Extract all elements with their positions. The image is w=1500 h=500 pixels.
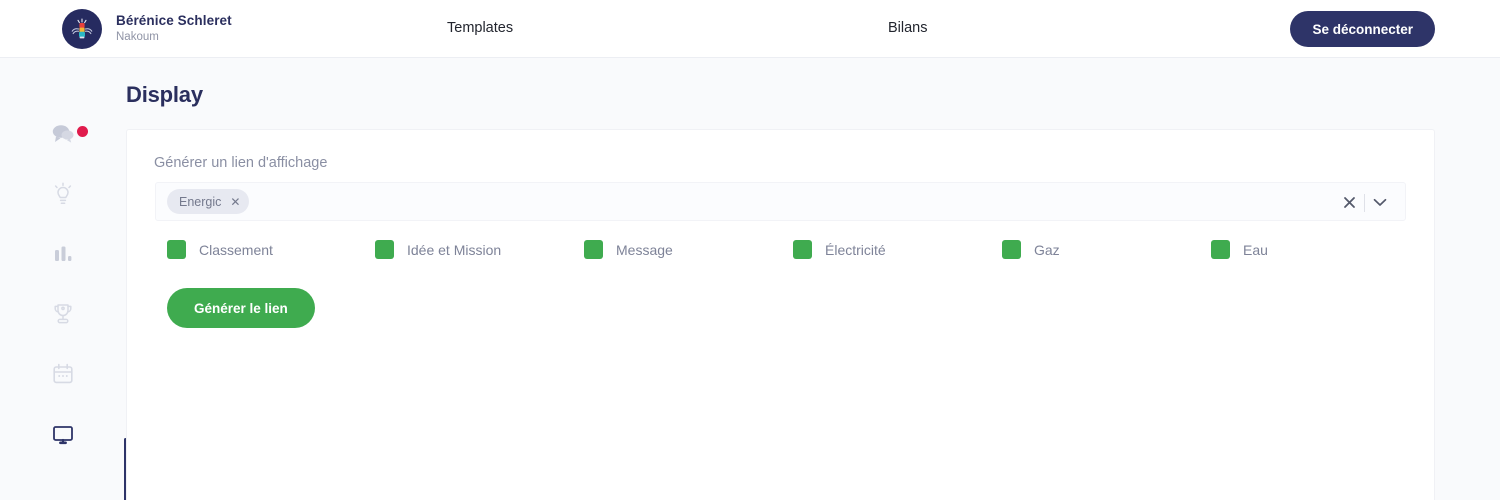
checkbox-gaz[interactable]: Gaz (1002, 240, 1060, 259)
app-root: Bérénice Schleret Nakoum Templates Bilan… (0, 0, 1500, 500)
trophy-icon (50, 301, 76, 327)
monitor-display-icon (50, 422, 76, 446)
checkbox-box[interactable] (375, 240, 394, 259)
sidebar-item-display[interactable] (0, 411, 126, 457)
checkbox-box[interactable] (584, 240, 603, 259)
lightbulb-idea-icon (51, 181, 75, 207)
brand-text: Bérénice Schleret Nakoum (116, 13, 232, 45)
user-name: Bérénice Schleret (116, 13, 232, 28)
bar-chart-icon (51, 243, 75, 265)
select-actions (1334, 183, 1395, 222)
checkbox-box[interactable] (793, 240, 812, 259)
nav-item-templates[interactable]: Templates (447, 20, 513, 36)
sidebar-item-challenges[interactable] (0, 291, 126, 337)
clear-selection-icon[interactable] (1334, 183, 1364, 222)
checkbox-label: Idée et Mission (407, 241, 502, 258)
chat-bubbles-icon (50, 123, 88, 145)
nav-item-bilans[interactable]: Bilans (888, 20, 928, 36)
checkbox-box[interactable] (167, 240, 186, 259)
tag-chip-energic: Energic ✕ (167, 189, 250, 214)
chevron-down-icon[interactable] (1365, 183, 1395, 222)
checkbox-classement[interactable]: Classement (167, 240, 273, 259)
sidebar-item-ideas[interactable] (0, 171, 126, 217)
sidebar-item-stats[interactable] (0, 231, 126, 277)
close-x-icon[interactable]: ✕ (230, 196, 240, 208)
tag-chip-label: Energic (179, 194, 222, 209)
page-title: Display (126, 82, 203, 107)
checkbox-electricite[interactable]: Électricité (793, 240, 886, 259)
checkbox-label: Classement (199, 241, 273, 258)
logout-button[interactable]: Se déconnecter (1290, 11, 1435, 47)
checkbox-idee-et-mission[interactable]: Idée et Mission (375, 240, 501, 259)
display-options-row: Classement Idée et Mission Message Élect… (167, 240, 1407, 264)
organization-name: Nakoum (116, 31, 159, 43)
checkbox-label: Gaz (1034, 241, 1060, 258)
checkbox-eau[interactable]: Eau (1211, 240, 1268, 259)
top-header: Bérénice Schleret Nakoum Templates Bilan… (0, 0, 1500, 58)
checkbox-label: Eau (1243, 241, 1268, 258)
brand-block[interactable]: Bérénice Schleret Nakoum (62, 9, 232, 49)
checkbox-box[interactable] (1002, 240, 1021, 259)
tag-select-control[interactable]: Energic ✕ (155, 182, 1406, 221)
page-body: Display Générer un lien d'affichage Ener… (0, 58, 1500, 500)
checkbox-message[interactable]: Message (584, 240, 673, 259)
notification-badge (77, 126, 88, 137)
left-sidebar (0, 58, 127, 500)
generate-link-label: Générer un lien d'affichage (154, 155, 328, 171)
generate-link-button[interactable]: Générer le lien (167, 288, 315, 328)
display-link-card: Générer un lien d'affichage Energic ✕ Cl… (126, 129, 1435, 500)
energic-emblem-logo-icon (62, 9, 102, 49)
checkbox-box[interactable] (1211, 240, 1230, 259)
calendar-icon (51, 362, 75, 386)
checkbox-label: Message (616, 241, 673, 258)
sidebar-item-messages[interactable] (0, 111, 126, 157)
checkbox-label: Électricité (825, 241, 886, 258)
sidebar-item-calendar[interactable] (0, 351, 126, 397)
